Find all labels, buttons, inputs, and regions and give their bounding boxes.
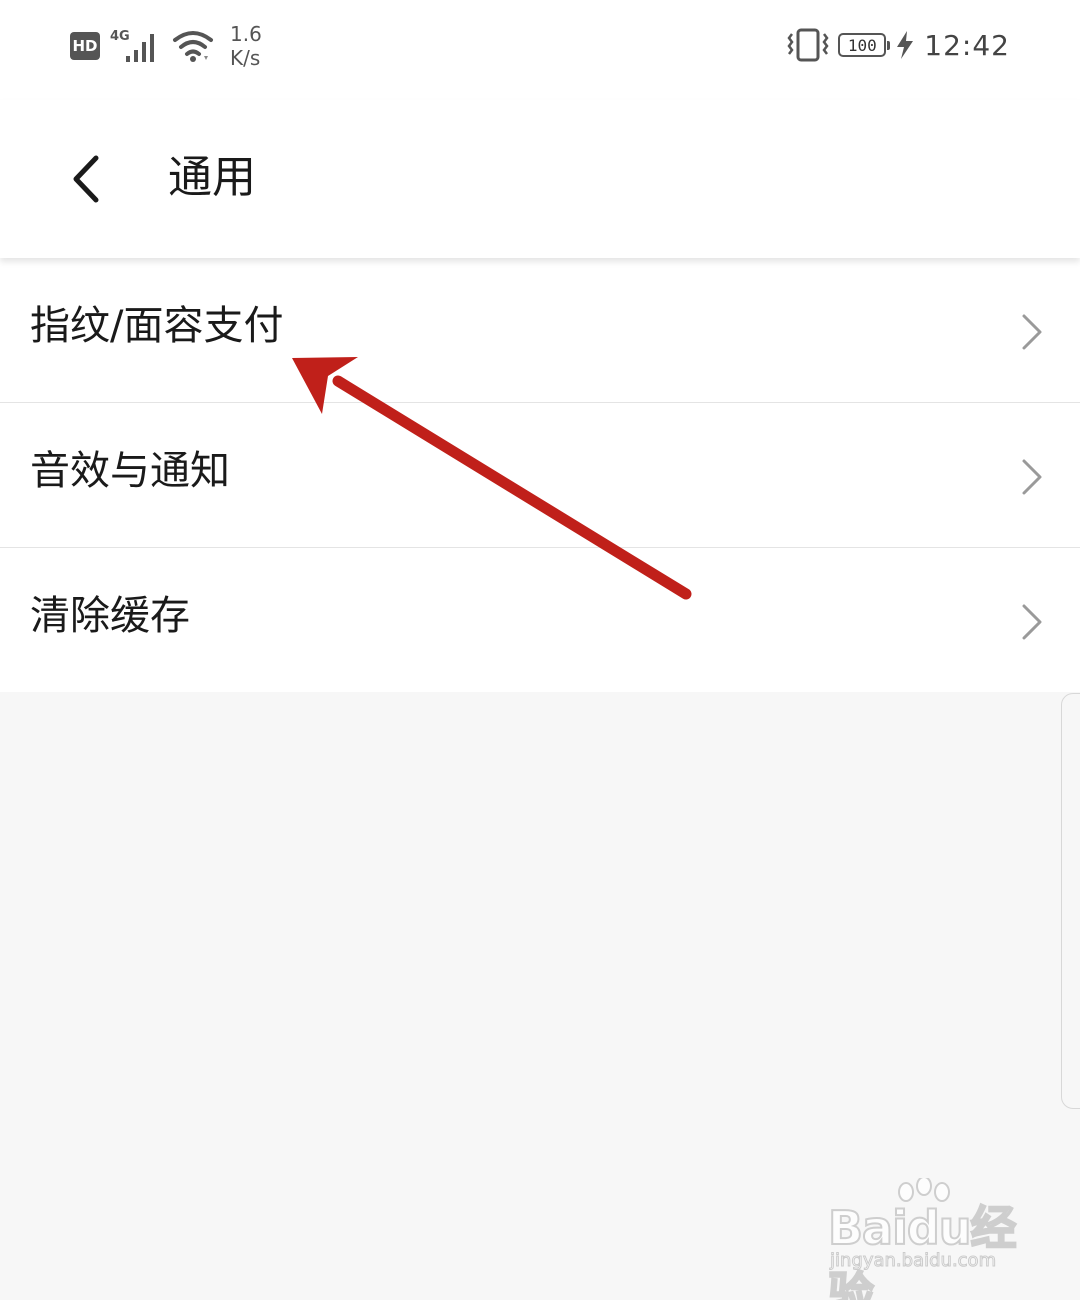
battery-indicator: 100 <box>838 33 891 57</box>
wifi-icon <box>173 31 213 62</box>
menu-item-label: 清除缓存 <box>30 593 190 639</box>
network-type-label: 4G <box>110 29 130 44</box>
menu-item-label: 指纹/面容支付 <box>30 303 284 349</box>
vibrate-icon <box>787 28 829 62</box>
cellular-signal-icon: 4G <box>110 29 154 62</box>
status-time: 12:42 <box>924 28 1010 62</box>
settings-screen: HD 4G 1.6 K/s 100 12:42 通用 指纹/面容支付 音效与通知… <box>0 0 1080 1300</box>
hd-badge: HD <box>70 32 100 60</box>
network-speed-unit: K/s <box>230 46 261 70</box>
menu-item-sound-notification[interactable]: 音效与通知 <box>0 403 1080 548</box>
status-bar: HD 4G 1.6 K/s 100 12:42 <box>0 0 1080 100</box>
back-button[interactable] <box>56 144 116 214</box>
status-left: HD 4G 1.6 K/s <box>70 22 262 70</box>
watermark-brand: Baidu经验 <box>827 1200 1018 1300</box>
chevron-right-icon <box>1022 459 1042 495</box>
watermark-url: jingyan.baidu.com <box>829 1250 997 1272</box>
title-bar: 通用 <box>0 100 1080 258</box>
back-arrow-icon <box>73 155 99 203</box>
page-title: 通用 <box>168 152 256 203</box>
menu-item-clear-cache[interactable]: 清除缓存 <box>0 548 1080 692</box>
charging-icon <box>897 31 914 59</box>
scrollbar[interactable] <box>1061 693 1080 1109</box>
chevron-right-icon <box>1022 314 1042 350</box>
baidu-watermark: Baidu经验 jingyan.baidu.com <box>826 1178 1026 1300</box>
menu-item-fingerprint-face-pay[interactable]: 指纹/面容支付 <box>0 258 1080 403</box>
status-right: 100 12:42 <box>786 28 1010 62</box>
network-speed-value: 1.6 <box>230 22 262 46</box>
network-speed: 1.6 K/s <box>230 22 262 70</box>
chevron-right-icon <box>1022 604 1042 640</box>
settings-menu-list: 指纹/面容支付 音效与通知 清除缓存 <box>0 258 1080 692</box>
menu-item-label: 音效与通知 <box>30 448 230 494</box>
